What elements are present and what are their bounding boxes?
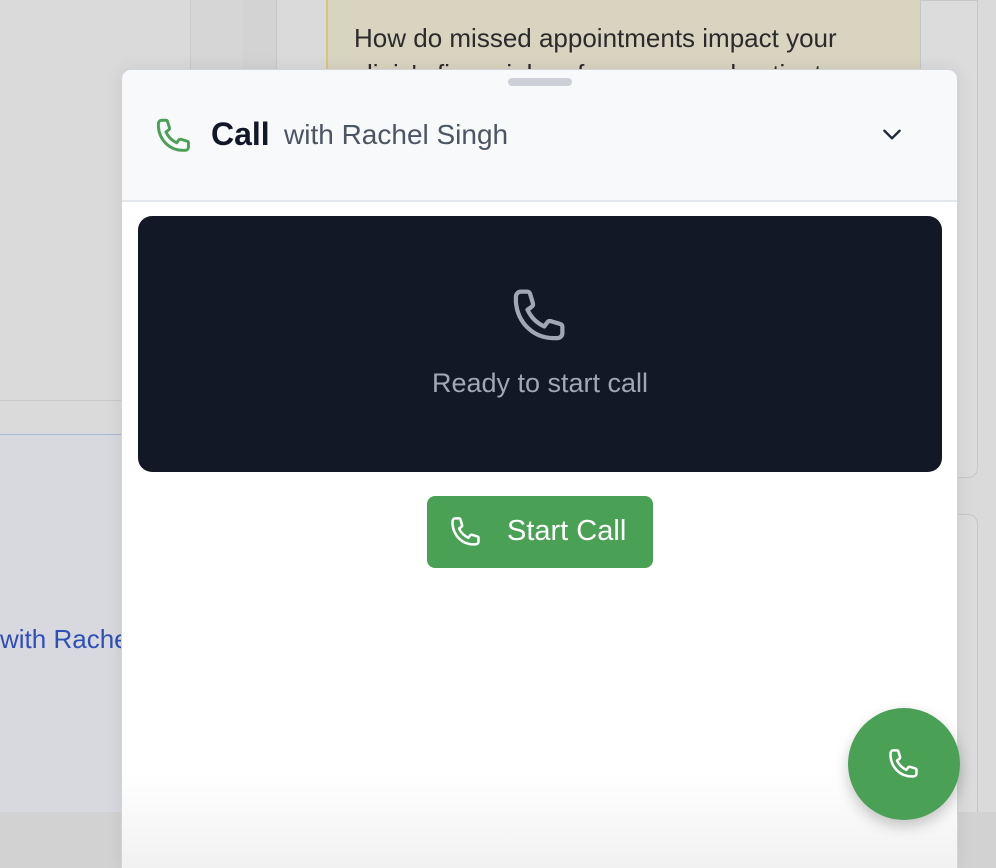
phone-icon xyxy=(152,114,196,158)
collapse-button[interactable] xyxy=(870,114,914,158)
phone-icon xyxy=(506,282,574,350)
call-panel-header: Call with Rachel Singh xyxy=(122,70,957,202)
chevron-down-icon xyxy=(879,121,905,152)
drag-handle[interactable] xyxy=(508,78,572,86)
call-contact-name: with Rachel Singh xyxy=(284,119,509,150)
start-call-label: Start Call xyxy=(507,515,627,547)
background-divider xyxy=(0,400,130,401)
phone-icon xyxy=(885,745,923,783)
call-panel: Call with Rachel Singh Ready to start ca… xyxy=(121,69,958,868)
call-status-text: Ready to start call xyxy=(431,368,649,398)
start-call-button[interactable]: Start Call xyxy=(427,496,653,568)
floating-call-button[interactable] xyxy=(848,708,960,820)
call-preview-area: Ready to start call xyxy=(138,216,942,472)
phone-icon xyxy=(447,513,485,551)
call-title: Call xyxy=(211,116,270,152)
